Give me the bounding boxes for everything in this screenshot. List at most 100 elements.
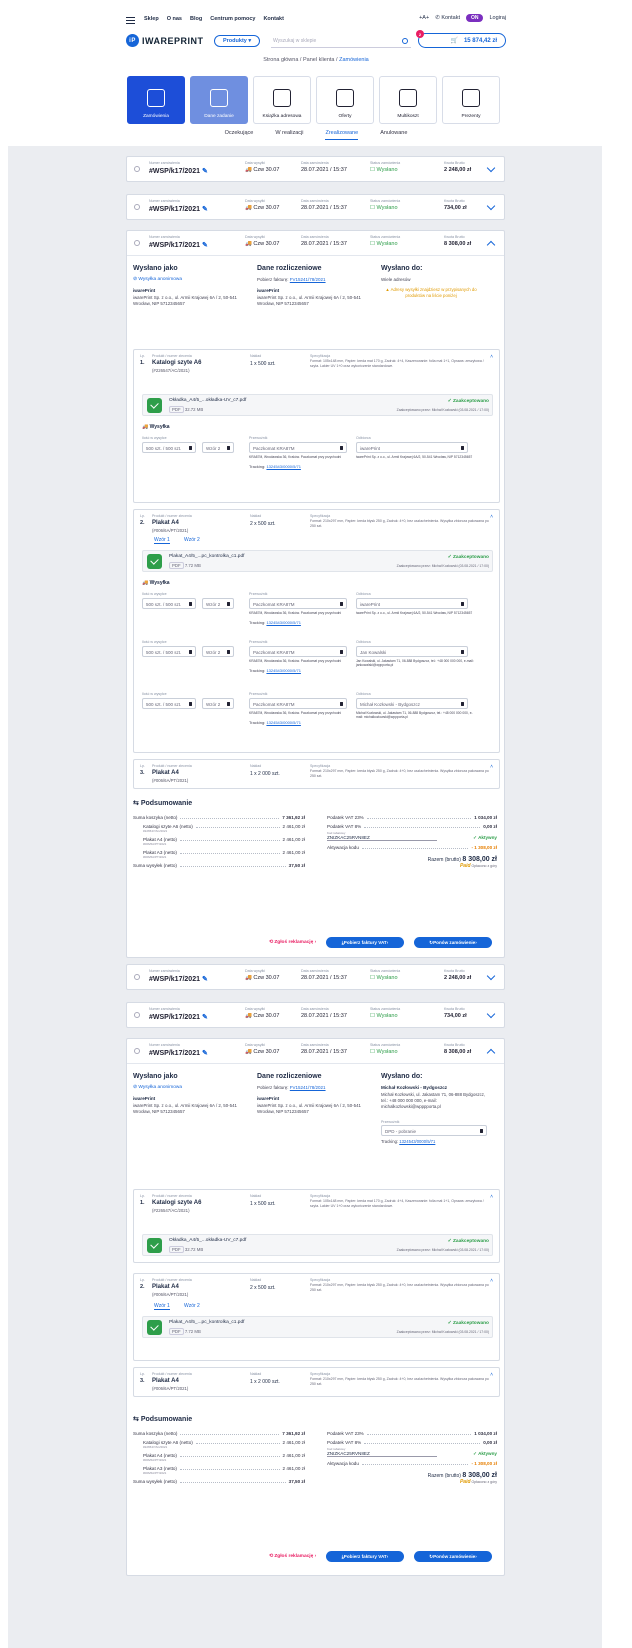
collapse-icon[interactable]: ˄ [490,1278,493,1284]
tab-wave-1[interactable]: Wzór 1 [154,1303,170,1310]
wave-select[interactable]: Wzór 2 [202,598,234,609]
order-number[interactable]: #WSP/k17/2021 ✎ [149,205,208,213]
nav-link-help[interactable]: Centrum pomocy [210,16,255,22]
invoice-link[interactable]: FV15241/78/2021 [290,1085,326,1090]
complaint-link[interactable]: ⟲ Zgłoś reklamację › [269,940,316,945]
chevron-down-icon[interactable] [486,971,496,981]
file-name[interactable]: Plakat_A4/5_...pc_kontrolka_c1.pdf [169,1320,244,1325]
order-number[interactable]: #WSP/k17/2021 ✎ [149,241,208,249]
collapse-icon[interactable]: ˄ [490,354,493,360]
currency-switch[interactable]: +A+ [419,15,429,21]
complaint-link[interactable]: ⟲ Zgłoś reklamację › [269,1554,316,1559]
tracking-link[interactable]: 1324543/0000/5/71 [399,1139,435,1144]
file-name[interactable]: Okładka_A4/5_...okładka-UV_c7.pdf [169,398,246,403]
order-radio[interactable] [134,204,140,210]
contact-link[interactable]: ✆ Kontakt [435,15,460,21]
order-row[interactable]: Numer zamówienia #WSP/k17/2021 ✎ Data wys… [127,195,504,219]
tile-data[interactable]: Dane zadanie [190,76,248,124]
tile-offers[interactable]: Oferty [316,76,374,124]
chevron-down-icon[interactable] [486,1009,496,1019]
edit-icon[interactable]: ✎ [202,1014,208,1021]
tracking-link[interactable]: 1324543/0000/5/71 [266,668,300,673]
search-input[interactable]: Wyszukaj w sklepie [271,35,411,48]
chevron-down-icon[interactable] [486,201,496,211]
order-row[interactable]: Numer zamówienia #WSP/k17/2021 ✎ Data wys… [127,1003,504,1027]
tile-address-book[interactable]: Książka adresowa [253,76,311,124]
nav-link-contact[interactable]: Kontakt [263,16,283,22]
order-radio[interactable] [134,1012,140,1018]
tile-multicost[interactable]: Multikoszt [379,76,437,124]
order-radio[interactable] [134,974,140,980]
order-number[interactable]: #WSP/k17/2021 ✎ [149,1049,208,1057]
tab-completed[interactable]: Zrealizowane [325,130,359,140]
tracking-link[interactable]: 1324543/0000/5/71 [266,464,300,469]
order-row[interactable]: Numer zamówienia #WSP/k17/2021 ✎ Data wys… [127,1039,504,1063]
recipient-field[interactable]: Jan Kowalski [356,646,468,657]
tab-pending[interactable]: Oczekujące [225,130,254,140]
order-radio[interactable] [134,166,140,172]
invoice-button[interactable]: ⤓ Pobierz faktury VAT › [326,937,404,948]
tile-orders[interactable]: Zamówienia [127,76,185,124]
menu-icon[interactable] [126,17,135,24]
anon-shipping[interactable]: ⊘ Wysyłka anonimowa [133,277,182,282]
tab-wave-2[interactable]: Wzór 2 [184,537,200,543]
collapse-icon[interactable]: ˄ [490,1194,493,1200]
chevron-down-icon[interactable] [486,163,496,173]
qty-field[interactable]: 500 szt. / 500 szt. [142,646,196,657]
tab-cancelled[interactable]: Anulowane [380,130,407,140]
order-number[interactable]: #WSP/k17/2021 ✎ [149,1013,208,1021]
edit-icon[interactable]: ✎ [202,242,208,249]
tracking-link[interactable]: 1324543/0000/5/71 [266,620,300,625]
chevron-up-icon[interactable] [486,240,496,250]
recipient-field[interactable]: Michał Kozłowski - Bydgoszcz [356,698,468,709]
edit-icon[interactable]: ✎ [202,976,208,983]
qty-field[interactable]: 500 szt. / 500 szt. [142,598,196,609]
search-icon[interactable] [402,38,408,44]
tab-wave-1[interactable]: Wzór 1 [154,537,170,544]
repeat-order-button[interactable]: ↻ Ponów zamówienie › [414,937,492,948]
file-name[interactable]: Okładka_A4/5_...okładka-UV_c7.pdf [169,1238,246,1243]
discount-code-field[interactable]: ZNIZKAC25RVN8EZ [327,835,437,841]
wave-select[interactable]: Wzór 2 [202,442,234,453]
products-button[interactable]: Produkty ▾ [214,35,261,47]
carrier-field[interactable]: DPD - pobranie [381,1125,487,1136]
cart-button[interactable]: 2 🛒 15 874,42 zł [416,30,506,48]
collapse-icon[interactable]: ˄ [490,514,493,520]
nav-link-about[interactable]: O nas [167,16,182,22]
tab-wave-2[interactable]: Wzór 2 [184,1303,200,1309]
wave-select[interactable]: Wzór 2 [202,698,234,709]
tracking-link[interactable]: 1324543/0000/5/71 [266,720,300,725]
nav-link-shop[interactable]: Sklep [144,16,159,22]
file-name[interactable]: Plakat_A4/5_...pc_kontrolka_c1.pdf [169,554,244,559]
repeat-order-button[interactable]: ↻ Ponów zamówienie › [414,1551,492,1562]
qty-field[interactable]: 500 szt. / 500 szt. [142,442,196,453]
breadcrumb-panel[interactable]: Panel klienta [303,57,335,63]
carrier-field[interactable]: Paczkomat KRA87M [249,442,347,453]
login-link[interactable]: Logiraj [489,15,506,21]
collapse-icon[interactable]: ˄ [490,1372,493,1378]
invoice-button[interactable]: ⤓ Pobierz faktury VAT › [326,1551,404,1562]
recipient-field[interactable]: iwarePrint [356,442,468,453]
order-radio[interactable] [134,240,140,246]
breadcrumb-home[interactable]: Strona główna [263,57,298,63]
order-row[interactable]: Numer zamówienia #WSP/k17/2021 ✎ Data wys… [127,965,504,989]
edit-icon[interactable]: ✎ [202,1050,208,1057]
tile-gifts[interactable]: Prezenty [442,76,500,124]
nav-link-blog[interactable]: Blog [190,16,202,22]
collapse-icon[interactable]: ˄ [490,764,493,770]
edit-icon[interactable]: ✎ [202,206,208,213]
order-row[interactable]: Numer zamówienia #WSP/k17/2021 ✎ Data wys… [127,157,504,181]
order-number[interactable]: #WSP/k17/2021 ✎ [149,975,208,983]
order-number[interactable]: #WSP/k17/2021 ✎ [149,167,208,175]
discount-code-field[interactable]: ZNIZKAC25RVN8EZ [327,1451,437,1457]
qty-field[interactable]: 500 szt. / 500 szt. [142,698,196,709]
order-radio[interactable] [134,1048,140,1054]
invoice-link[interactable]: FV15241/78/2021 [290,277,326,282]
carrier-field[interactable]: Paczkomat KRA87M [249,598,347,609]
tab-in-progress[interactable]: W realizacji [275,130,303,140]
language-pill[interactable]: ON [465,14,484,22]
order-row[interactable]: Numer zamówienia #WSP/k17/2021 ✎ Data wys… [127,231,504,255]
chevron-up-icon[interactable] [486,1048,496,1058]
logo[interactable]: iP IWAREPRINT [126,34,204,47]
anon-shipping[interactable]: ⊘ Wysyłka anonimowa [133,1085,182,1090]
